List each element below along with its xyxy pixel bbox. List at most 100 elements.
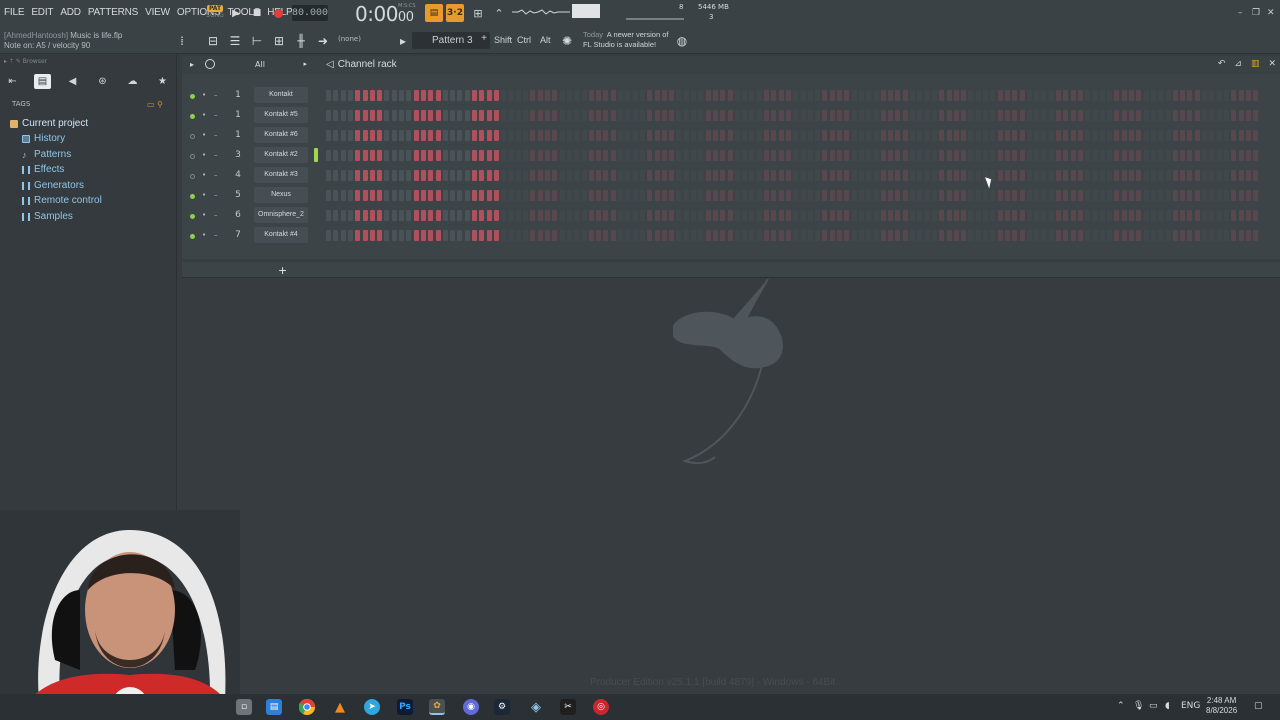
step-button[interactable] xyxy=(1077,170,1083,181)
tree-item-generators[interactable]: Generators xyxy=(10,178,102,194)
step-button[interactable] xyxy=(676,110,682,121)
step-button[interactable] xyxy=(946,230,952,241)
step-button[interactable] xyxy=(1136,130,1142,141)
step-button[interactable] xyxy=(654,150,660,161)
step-button[interactable] xyxy=(347,150,353,161)
step-button[interactable] xyxy=(1063,130,1069,141)
step-button[interactable] xyxy=(815,110,821,121)
step-button[interactable] xyxy=(851,130,857,141)
channel-select-indicator[interactable] xyxy=(314,168,318,182)
step-button[interactable] xyxy=(413,210,419,221)
channel-mute-led[interactable] xyxy=(190,154,195,159)
step-button[interactable] xyxy=(1121,130,1127,141)
step-button[interactable] xyxy=(661,130,667,141)
step-button[interactable] xyxy=(895,130,901,141)
step-button[interactable] xyxy=(654,130,660,141)
step-button[interactable] xyxy=(559,130,565,141)
step-button[interactable] xyxy=(588,150,594,161)
step-button[interactable] xyxy=(822,150,828,161)
step-button[interactable] xyxy=(435,150,441,161)
step-button[interactable] xyxy=(873,110,879,121)
step-button[interactable] xyxy=(1026,150,1032,161)
playlist-icon[interactable]: ⊟ xyxy=(204,32,222,50)
step-button[interactable] xyxy=(902,190,908,201)
step-button[interactable] xyxy=(1136,90,1142,101)
step-button[interactable] xyxy=(530,90,536,101)
step-button[interactable] xyxy=(566,210,572,221)
step-button[interactable] xyxy=(676,130,682,141)
step-button[interactable] xyxy=(844,110,850,121)
step-button[interactable] xyxy=(1231,210,1237,221)
step-button[interactable] xyxy=(435,130,441,141)
step-button[interactable] xyxy=(1129,170,1134,181)
display-icon[interactable]: ▭ xyxy=(1149,701,1158,711)
channel-mixer-track[interactable]: 1 xyxy=(229,87,247,103)
step-button[interactable] xyxy=(435,230,441,241)
step-button[interactable] xyxy=(734,110,740,121)
step-button[interactable] xyxy=(931,230,937,241)
step-button[interactable] xyxy=(698,190,704,201)
step-button[interactable] xyxy=(910,230,915,241)
step-button[interactable] xyxy=(501,130,507,141)
step-button[interactable] xyxy=(618,190,623,201)
step-button[interactable] xyxy=(566,190,572,201)
step-button[interactable] xyxy=(691,130,696,141)
master-volume-slider[interactable] xyxy=(626,18,684,20)
step-button[interactable] xyxy=(953,190,959,201)
tree-item-history[interactable]: History xyxy=(10,132,102,148)
step-button[interactable] xyxy=(800,210,806,221)
pan-knob-icon[interactable]: • xyxy=(202,131,206,139)
step-button[interactable] xyxy=(1026,110,1032,121)
step-button[interactable] xyxy=(756,90,762,101)
step-button[interactable] xyxy=(647,230,653,241)
step-button[interactable] xyxy=(778,150,784,161)
step-button[interactable] xyxy=(1077,230,1083,241)
step-button[interactable] xyxy=(1019,210,1025,221)
step-button[interactable] xyxy=(1114,170,1120,181)
step-button[interactable] xyxy=(727,230,733,241)
step-button[interactable] xyxy=(793,170,799,181)
step-button[interactable] xyxy=(450,170,456,181)
step-button[interactable] xyxy=(800,90,806,101)
step-button[interactable] xyxy=(610,170,616,181)
step-button[interactable] xyxy=(771,230,777,241)
step-button[interactable] xyxy=(910,150,915,161)
step-button[interactable] xyxy=(399,90,404,101)
volume-knob-icon[interactable]: – xyxy=(214,211,218,219)
step-button[interactable] xyxy=(858,210,864,221)
channel-name-button[interactable]: Nexus xyxy=(254,187,308,203)
step-button[interactable] xyxy=(785,130,791,141)
step-button[interactable] xyxy=(340,130,346,141)
step-button[interactable] xyxy=(975,170,981,181)
volume-knob-icon[interactable]: – xyxy=(214,131,218,139)
step-button[interactable] xyxy=(603,210,609,221)
step-button[interactable] xyxy=(369,230,375,241)
step-button[interactable] xyxy=(829,190,835,201)
step-button[interactable] xyxy=(902,90,908,101)
step-button[interactable] xyxy=(844,210,850,221)
step-button[interactable] xyxy=(501,170,507,181)
step-button[interactable] xyxy=(1056,230,1061,241)
step-seq-icon[interactable]: ▥ xyxy=(1251,59,1260,69)
step-button[interactable] xyxy=(581,90,587,101)
step-button[interactable] xyxy=(1048,170,1054,181)
step-button[interactable] xyxy=(530,190,536,201)
step-button[interactable] xyxy=(756,210,762,221)
step-button[interactable] xyxy=(997,90,1003,101)
step-button[interactable] xyxy=(822,170,828,181)
step-button[interactable] xyxy=(501,190,507,201)
step-button[interactable] xyxy=(391,90,397,101)
channel-mute-led[interactable] xyxy=(190,174,195,179)
step-button[interactable] xyxy=(377,170,383,181)
browser-files-icon[interactable]: ▤ xyxy=(34,74,51,89)
step-button[interactable] xyxy=(596,170,602,181)
step-button[interactable] xyxy=(1209,90,1215,101)
pat-song-toggle[interactable]: PAT SONG xyxy=(205,3,225,21)
step-button[interactable] xyxy=(851,190,857,201)
step-button[interactable] xyxy=(866,190,872,201)
step-button[interactable] xyxy=(588,170,594,181)
step-button[interactable] xyxy=(603,150,609,161)
step-button[interactable] xyxy=(1063,150,1069,161)
step-button[interactable] xyxy=(705,110,711,121)
step-button[interactable] xyxy=(968,150,974,161)
